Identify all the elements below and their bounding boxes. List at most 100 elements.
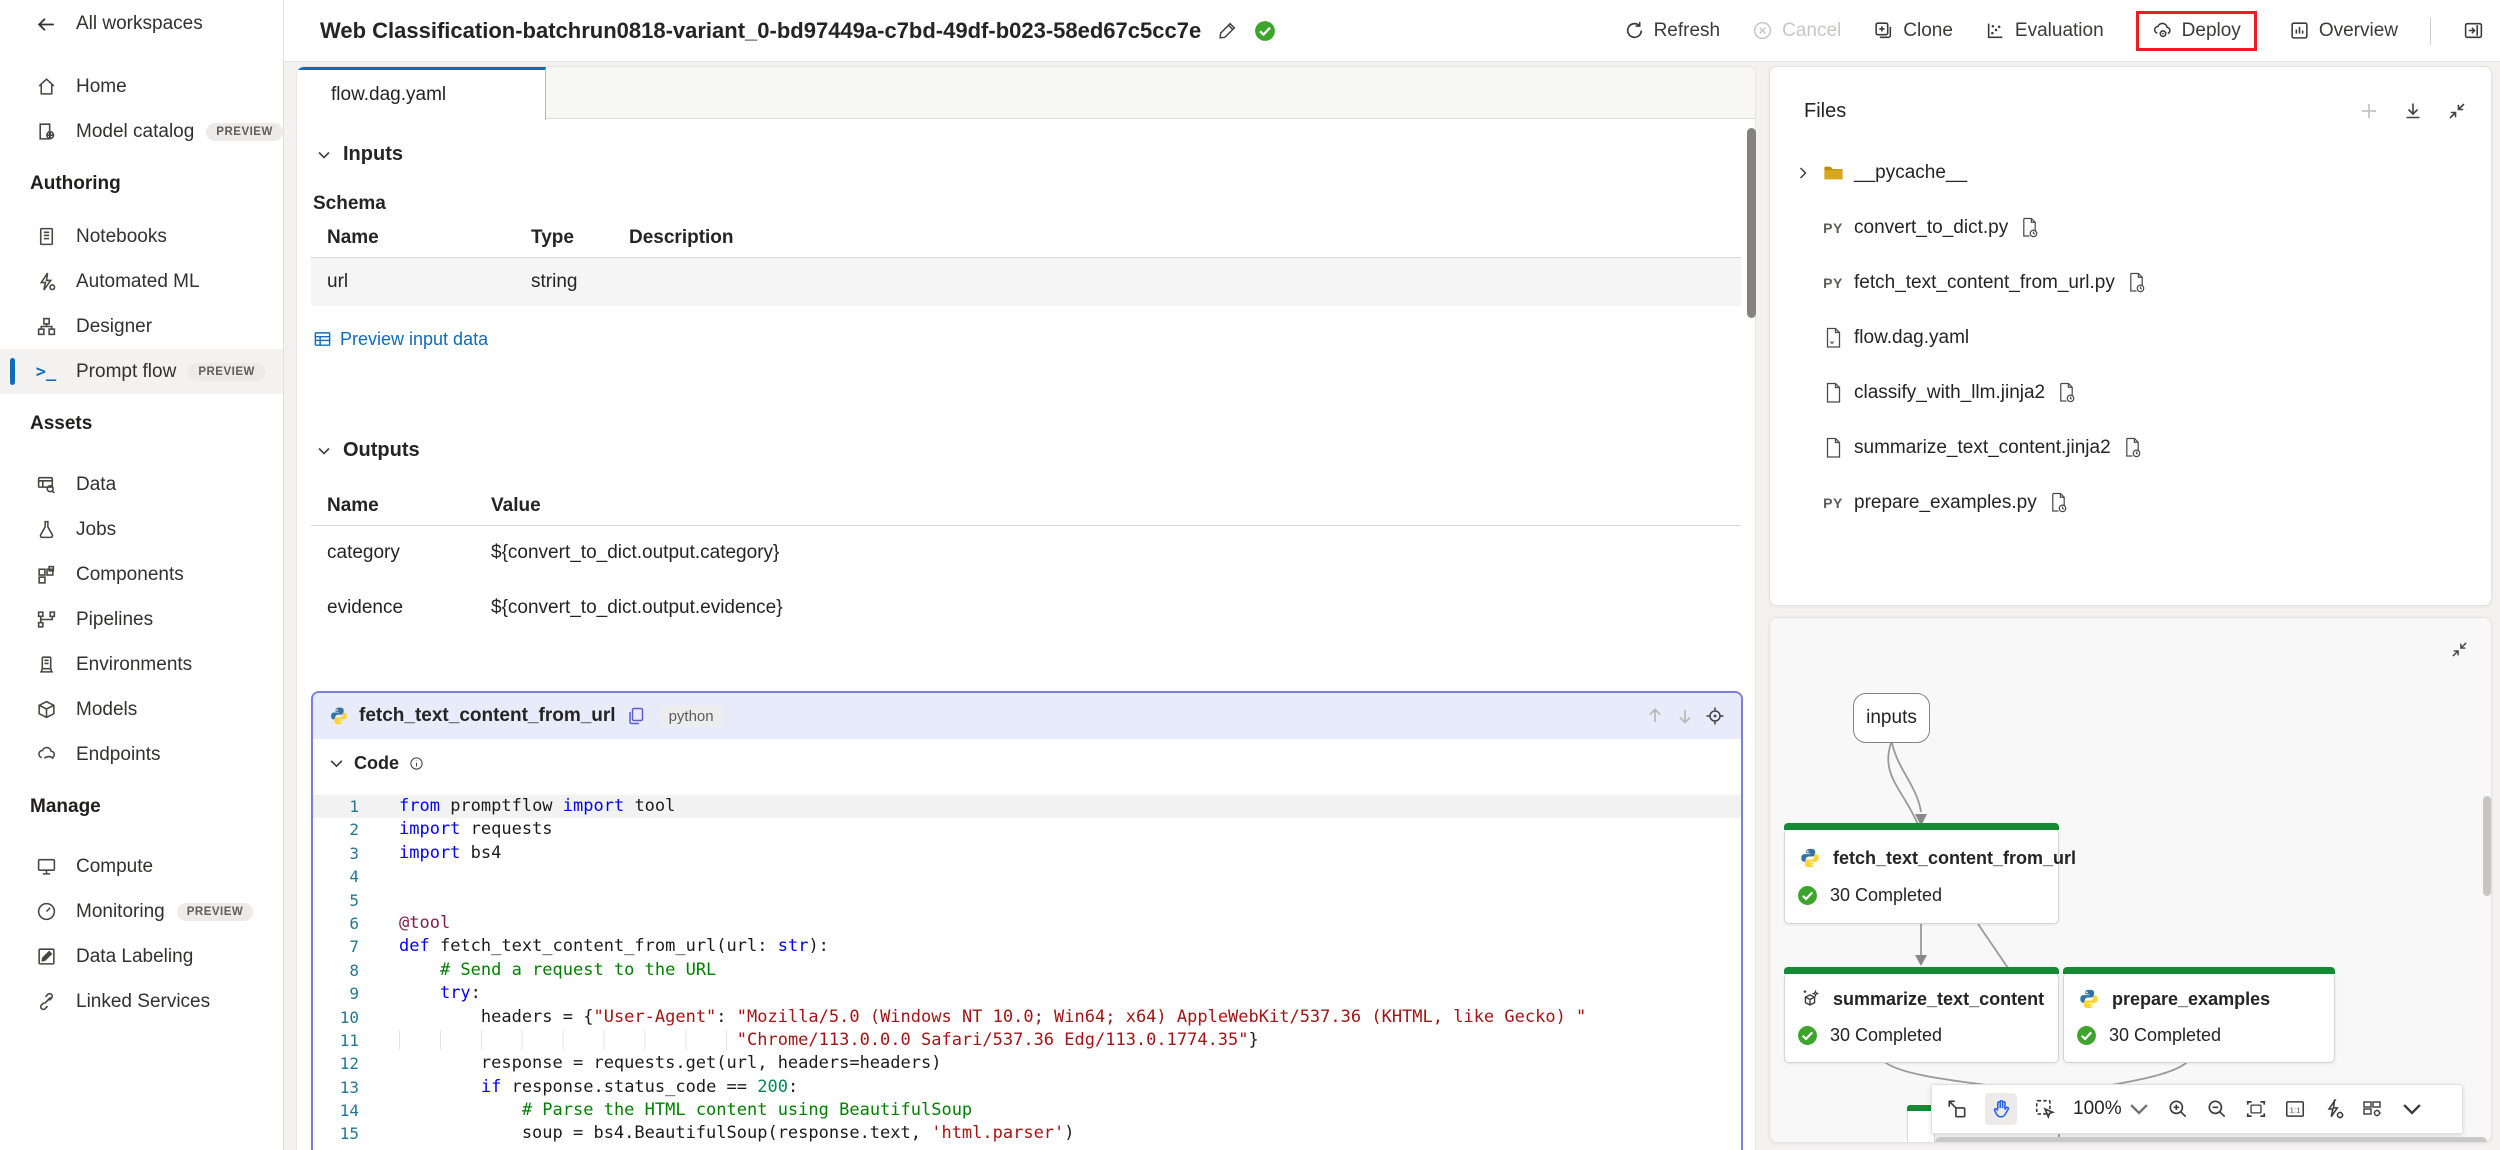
graph-node-inputs[interactable]: inputs xyxy=(1853,693,1930,743)
python-icon xyxy=(329,706,349,726)
sidebar-section-assets: Assets xyxy=(0,394,283,454)
sidebar-item-data-labeling[interactable]: Data Labeling xyxy=(0,934,283,979)
graph-horizontal-scrollbar[interactable] xyxy=(1935,1137,2487,1143)
zoom-level-dropdown[interactable]: 100% xyxy=(2073,1098,2150,1120)
code-node-name: fetch_text_content_from_url xyxy=(359,705,616,727)
evaluation-button[interactable]: Evaluation xyxy=(1985,20,2104,42)
graph-node-summarize-text-content[interactable]: summarize_text_content 30 Completed xyxy=(1784,973,2059,1063)
move-up-icon[interactable] xyxy=(1645,706,1665,726)
file-row-fetch-text-content[interactable]: PY fetch_text_content_from_url.py xyxy=(1770,255,2491,310)
clone-label: Clone xyxy=(1903,20,1953,42)
zoom-in-icon[interactable] xyxy=(2167,1098,2189,1120)
file-row-convert-to-dict[interactable]: PY convert_to_dict.py xyxy=(1770,200,2491,255)
schema-label: Schema xyxy=(313,193,386,215)
graph-node-fetch-text-content[interactable]: fetch_text_content_from_url 30 Completed xyxy=(1784,829,2059,924)
sidebar-item-compute[interactable]: Compute xyxy=(0,844,283,889)
python-icon xyxy=(2078,988,2100,1010)
locate-node-icon[interactable] xyxy=(1705,706,1725,726)
select-tool-icon[interactable] xyxy=(2034,1098,2056,1120)
refresh-button[interactable]: Refresh xyxy=(1624,20,1721,42)
cancel-button[interactable]: Cancel xyxy=(1752,20,1841,42)
sidebar-item-components[interactable]: Components xyxy=(0,552,283,597)
sidebar-item-endpoints[interactable]: Endpoints xyxy=(0,732,283,777)
back-to-workspaces[interactable]: All workspaces xyxy=(0,0,283,48)
cell-type: string xyxy=(531,271,577,293)
chevron-down-icon[interactable] xyxy=(2401,1098,2423,1120)
preview-input-data-link[interactable]: Preview input data xyxy=(313,329,488,350)
completed-check-icon xyxy=(2076,1025,2097,1046)
file-name: summarize_text_content.jinja2 xyxy=(1854,437,2111,459)
sidebar-item-environments[interactable]: Environments xyxy=(0,642,283,687)
deploy-label: Deploy xyxy=(2182,20,2241,42)
file-row-pycache[interactable]: __pycache__ xyxy=(1770,145,2491,200)
chevron-right-icon[interactable] xyxy=(1788,166,1818,180)
cube-icon xyxy=(34,698,58,722)
outputs-row-category[interactable]: category ${convert_to_dict.output.catego… xyxy=(311,529,1741,577)
code-editor[interactable]: 1from promptflow import tool2import requ… xyxy=(313,795,1741,1146)
gauge-icon xyxy=(34,900,58,924)
fit-screen-icon[interactable] xyxy=(2245,1098,2267,1120)
files-title: Files xyxy=(1804,100,1846,123)
collapse-panel-icon[interactable] xyxy=(2447,101,2467,121)
sidebar-item-model-catalog[interactable]: Model catalog PREVIEW xyxy=(0,109,283,154)
cell-value: ${convert_to_dict.output.category} xyxy=(491,542,779,564)
sidebar-item-automated-ml[interactable]: Automated ML xyxy=(0,259,283,304)
graph-vertical-scrollbar[interactable] xyxy=(2483,796,2491,896)
zoom-value: 100% xyxy=(2073,1098,2122,1120)
sidebar-item-data[interactable]: Data xyxy=(0,462,283,507)
layout-settings-icon[interactable] xyxy=(2362,1098,2384,1120)
sidebar-item-jobs[interactable]: Jobs xyxy=(0,507,283,552)
zoom-out-icon[interactable] xyxy=(2206,1098,2228,1120)
download-icon[interactable] xyxy=(2403,101,2423,121)
sidebar-item-prompt-flow[interactable]: >_ Prompt flow PREVIEW xyxy=(0,349,283,394)
open-panel-button[interactable] xyxy=(2463,20,2484,41)
sidebar-item-label: Data Labeling xyxy=(76,946,193,968)
sidebar-item-notebooks[interactable]: Notebooks xyxy=(0,214,283,259)
completed-check-icon xyxy=(1797,885,1818,906)
cell-name: evidence xyxy=(327,597,403,619)
inputs-row-url[interactable]: url string xyxy=(311,258,1741,306)
outputs-row-evidence[interactable]: evidence ${convert_to_dict.output.eviden… xyxy=(311,584,1741,632)
refresh-icon xyxy=(1624,20,1645,41)
add-file-icon[interactable] xyxy=(2359,101,2379,121)
preview-link-label: Preview input data xyxy=(340,329,488,350)
node-name: prepare_examples xyxy=(2112,989,2270,1010)
back-label: All workspaces xyxy=(76,13,203,35)
chevron-down-icon xyxy=(2128,1098,2150,1120)
clone-button[interactable]: Clone xyxy=(1873,20,1953,42)
status-check-icon xyxy=(1254,20,1276,42)
sidebar-item-pipelines[interactable]: Pipelines xyxy=(0,597,283,642)
code-card-header[interactable]: fetch_text_content_from_url python xyxy=(313,693,1741,739)
tab-flow-dag-yaml[interactable]: flow.dag.yaml xyxy=(297,67,546,120)
fit-view-icon[interactable] xyxy=(1946,1098,1968,1120)
language-badge: python xyxy=(660,706,723,727)
sidebar-item-label: Automated ML xyxy=(76,271,200,293)
file-row-flow-dag-yaml[interactable]: flow.dag.yaml xyxy=(1770,310,2491,365)
run-settings-icon[interactable] xyxy=(2323,1098,2345,1120)
node-name: summarize_text_content xyxy=(1833,989,2044,1010)
sidebar-item-models[interactable]: Models xyxy=(0,687,283,732)
graph-node-prepare-examples[interactable]: prepare_examples 30 Completed xyxy=(2063,973,2335,1063)
overview-button[interactable]: Overview xyxy=(2289,20,2398,42)
edit-title-icon[interactable] xyxy=(1217,20,1238,41)
copy-icon[interactable] xyxy=(626,706,646,726)
node-status: 30 Completed xyxy=(2109,1025,2221,1046)
file-row-prepare-examples[interactable]: PY prepare_examples.py xyxy=(1770,475,2491,530)
file-sync-icon xyxy=(2127,272,2146,293)
main-vertical-scrollbar[interactable] xyxy=(1747,128,1756,318)
sidebar-item-linked-services[interactable]: Linked Services xyxy=(0,979,283,1024)
inputs-section-header[interactable]: Inputs xyxy=(317,143,403,166)
sidebar-item-designer[interactable]: Designer xyxy=(0,304,283,349)
file-row-classify-with-llm[interactable]: classify_with_llm.jinja2 xyxy=(1770,365,2491,420)
chevron-down-icon xyxy=(317,444,331,458)
sidebar-item-monitoring[interactable]: Monitoring PREVIEW xyxy=(0,889,283,934)
code-section-header[interactable]: Code xyxy=(329,753,424,774)
pan-tool-active[interactable] xyxy=(1985,1093,2017,1125)
deploy-icon xyxy=(2152,20,2173,41)
deploy-button[interactable]: Deploy xyxy=(2152,20,2241,42)
outputs-section-header[interactable]: Outputs xyxy=(317,439,420,462)
actual-size-icon[interactable]: 1:1 xyxy=(2284,1098,2306,1120)
move-down-icon[interactable] xyxy=(1675,706,1695,726)
file-row-summarize-text-content[interactable]: summarize_text_content.jinja2 xyxy=(1770,420,2491,475)
sidebar-item-home[interactable]: Home xyxy=(0,64,283,109)
